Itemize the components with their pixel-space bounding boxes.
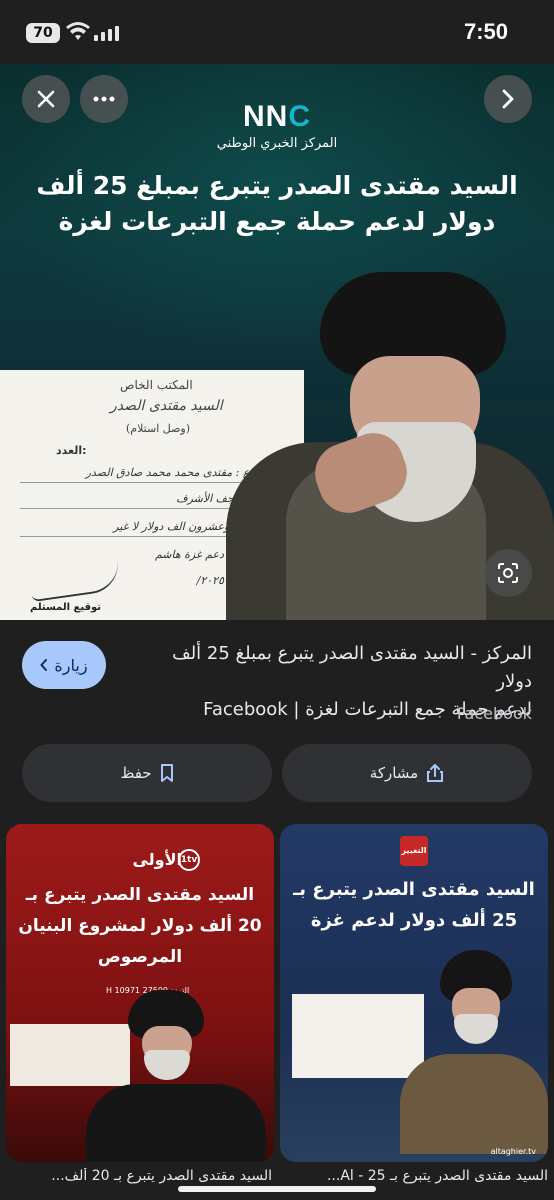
share-icon: [427, 764, 444, 782]
save-button[interactable]: حفظ: [22, 744, 272, 802]
visit-button[interactable]: زيارة: [22, 641, 106, 689]
card-person-photo: [86, 984, 266, 1162]
close-button[interactable]: [22, 75, 70, 123]
save-label: حفظ: [120, 764, 152, 782]
bookmark-icon: [160, 764, 173, 782]
hero-image[interactable]: NNC المركز الخبري الوطني السيد مقتدى الص…: [0, 64, 554, 620]
share-label: مشاركة: [369, 764, 419, 782]
related-caption[interactable]: السيد مقتدى الصدر يتبرع بـ 25 - Al...: [280, 1168, 548, 1184]
more-icon: [93, 96, 115, 102]
battery-indicator: 70: [26, 23, 60, 43]
related-card[interactable]: التغيير السيد مقتدى الصدر يتبرع بـ 25 أل…: [280, 824, 548, 1162]
card-headline: السيد مقتدى الصدر يتبرع بـ 25 ألف دولار …: [293, 879, 535, 931]
visit-label: زيارة: [54, 655, 88, 675]
card-headline: السيد مقتدى الصدر يتبرع بـ 20 ألف دولار …: [18, 885, 262, 967]
card-person-photo: [400, 944, 548, 1154]
doc-header-receipt: (وصل استلام): [126, 422, 191, 435]
hero-headline: السيد مقتدى الصدر يتبرع بمبلغ 25 ألف دول…: [36, 171, 518, 236]
signature-mark: [28, 559, 122, 603]
channel-name: الأولى: [132, 850, 182, 869]
signal-icon: [94, 25, 119, 41]
wifi-icon: [66, 22, 90, 40]
doc-date-line: ٢٠٢٥/: [196, 574, 224, 587]
nnc-subtitle: المركز الخبري الوطني: [216, 136, 338, 151]
share-button[interactable]: مشاركة: [282, 744, 532, 802]
clock: 7:50: [463, 19, 508, 44]
status-bar: 70 7:50: [0, 0, 554, 64]
home-indicator[interactable]: [178, 1186, 376, 1192]
channel-website: altaghier.tv: [490, 1147, 536, 1156]
doc-header-office: المكتب الخاص: [120, 378, 193, 392]
related-card[interactable]: 1tv الأولى السيد مقتدى الصدر يتبرع بـ 20…: [6, 824, 274, 1162]
channel-logo-icon: التغيير: [400, 836, 428, 866]
result-source: Facebook: [456, 704, 532, 723]
doc-header-name: السيد مقتدى الصدر: [110, 398, 223, 414]
result-title-line1: المركز - السيد مقتدى الصدر يتبرع بمبلغ 2…: [172, 643, 532, 692]
next-image-button[interactable]: [484, 75, 532, 123]
doc-number-label: العدد:: [56, 444, 87, 457]
doc-purpose-line: دعم غزة هاشم: [154, 548, 224, 561]
doc-signature-label: توقيع المستلم: [30, 602, 102, 613]
chevron-left-icon: [40, 659, 48, 671]
more-options-button[interactable]: [80, 75, 128, 123]
chevron-right-icon: [502, 89, 514, 109]
close-icon: [37, 90, 55, 108]
lens-search-button[interactable]: [484, 549, 532, 597]
lens-icon: [498, 563, 518, 583]
related-caption[interactable]: السيد مقتدى الصدر يتبرع بـ 20 ألف...: [6, 1168, 272, 1184]
